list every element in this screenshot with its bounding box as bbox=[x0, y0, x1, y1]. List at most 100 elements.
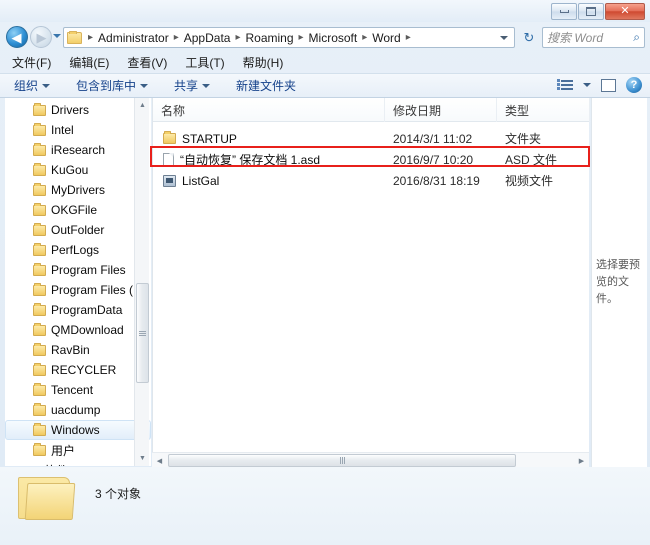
sidebar-item-label: OKGFile bbox=[51, 203, 98, 217]
sidebar-item-label: Tencent bbox=[51, 383, 94, 397]
sidebar-item-label: OutFolder bbox=[51, 223, 105, 237]
breadcrumb-item-word[interactable]: Word bbox=[371, 31, 401, 45]
grip-icon bbox=[339, 457, 345, 464]
file-name-label: “自动恢复” 保存文档 1.asd bbox=[180, 153, 321, 167]
breadcrumb-separator: ▸ bbox=[88, 32, 94, 43]
sidebar-item-ravbin[interactable]: RavBin bbox=[5, 340, 151, 360]
maximize-button[interactable] bbox=[578, 3, 604, 20]
breadcrumb-separator: ▸ bbox=[173, 32, 179, 43]
sidebar-item-uacdump[interactable]: uacdump bbox=[5, 400, 151, 420]
sidebar-item-windows[interactable]: Windows bbox=[5, 420, 151, 440]
folder-icon bbox=[33, 202, 46, 216]
menu-item-help[interactable]: 帮助(H) bbox=[243, 54, 284, 71]
sidebar-item-label: 软件 (D:) bbox=[44, 462, 91, 467]
file-list-horizontal-scrollbar[interactable]: ◀ ▶ bbox=[152, 452, 589, 467]
breadcrumb-separator: ▸ bbox=[362, 32, 368, 43]
video-icon bbox=[163, 174, 176, 187]
sidebar-item-drive-d[interactable]: 软件 (D:) bbox=[5, 460, 151, 466]
preview-empty-message: 选择要预览的文件。 bbox=[596, 259, 640, 305]
back-arrow-icon: ◀ bbox=[11, 29, 22, 45]
close-button[interactable]: ✕ bbox=[605, 3, 645, 20]
file-name-label: STARTUP bbox=[182, 131, 237, 146]
sidebar-item-iresearch[interactable]: iResearch bbox=[5, 140, 151, 160]
menu-item-edit[interactable]: 编辑(E) bbox=[69, 54, 109, 71]
column-header-type[interactable]: 类型 bbox=[497, 98, 590, 122]
scroll-right-icon[interactable]: ▶ bbox=[574, 453, 589, 468]
share-button[interactable]: 共享 bbox=[174, 77, 211, 94]
table-row[interactable]: STARTUP 2014/3/1 11:02 文件夹 bbox=[153, 128, 590, 149]
table-row[interactable]: “自动恢复” 保存文档 1.asd 2016/9/7 10:20 ASD 文件 bbox=[153, 149, 590, 170]
sidebar-item-recycler[interactable]: RECYCLER bbox=[5, 360, 151, 380]
sidebar-item-program-files-x86[interactable]: Program Files ( bbox=[5, 280, 151, 300]
sidebar-item-okgfile[interactable]: OKGFile bbox=[5, 200, 151, 220]
new-folder-button[interactable]: 新建文件夹 bbox=[236, 77, 296, 94]
folder-icon bbox=[163, 131, 176, 144]
change-view-icon[interactable] bbox=[557, 79, 573, 90]
sidebar-item-label: QMDownload bbox=[51, 323, 124, 337]
folder-icon bbox=[33, 342, 46, 356]
forward-arrow-icon: ▶ bbox=[36, 29, 47, 45]
explorer-window: ✕ ◀ ▶ ▸ Administrator ▸ AppData ▸ Roamin… bbox=[0, 0, 650, 545]
breadcrumb-item-appdata[interactable]: AppData bbox=[183, 31, 232, 45]
minimize-button[interactable] bbox=[551, 3, 577, 20]
sidebar-item-tencent[interactable]: Tencent bbox=[5, 380, 151, 400]
chevron-down-icon[interactable] bbox=[583, 83, 591, 87]
table-row[interactable]: ListGal 2016/8/31 18:19 视频文件 bbox=[153, 170, 590, 191]
search-input[interactable]: 搜索 Word ⌕ bbox=[542, 27, 645, 48]
preview-pane: 选择要预览的文件。 bbox=[591, 98, 647, 467]
folder-icon bbox=[18, 473, 76, 521]
sidebar-item-drivers[interactable]: Drivers bbox=[5, 100, 151, 120]
preview-pane-icon[interactable] bbox=[601, 78, 616, 92]
sidebar-item-program-files[interactable]: Program Files bbox=[5, 260, 151, 280]
window-controls: ✕ bbox=[551, 3, 645, 20]
sidebar-item-qmdownload[interactable]: QMDownload bbox=[5, 320, 151, 340]
organize-button[interactable]: 组织 bbox=[14, 77, 51, 94]
back-button[interactable]: ◀ bbox=[6, 26, 28, 48]
sidebar-item-mydrivers[interactable]: MyDrivers bbox=[5, 180, 151, 200]
menu-item-tools[interactable]: 工具(T) bbox=[185, 54, 224, 71]
forward-button[interactable]: ▶ bbox=[30, 26, 52, 48]
sidebar-item-kugou[interactable]: KuGou bbox=[5, 160, 151, 180]
recent-locations-icon[interactable] bbox=[53, 34, 61, 38]
sidebar-item-label: RavBin bbox=[51, 343, 90, 357]
maximize-icon bbox=[586, 7, 596, 16]
folder-icon bbox=[33, 442, 46, 456]
refresh-button[interactable]: ↻ bbox=[519, 27, 539, 48]
include-in-library-label: 包含到库中 bbox=[76, 79, 137, 93]
column-header-date[interactable]: 修改日期 bbox=[385, 98, 497, 122]
menu-item-view[interactable]: 查看(V) bbox=[127, 54, 167, 71]
search-placeholder: 搜索 Word bbox=[547, 31, 604, 45]
address-bar-row: ◀ ▶ ▸ Administrator ▸ AppData ▸ Roaming … bbox=[0, 22, 650, 52]
sidebar-item-intel[interactable]: Intel bbox=[5, 120, 151, 140]
menu-item-file[interactable]: 文件(F) bbox=[12, 54, 51, 71]
scrollbar-thumb[interactable] bbox=[136, 283, 149, 383]
breadcrumb-item-microsoft[interactable]: Microsoft bbox=[308, 31, 359, 45]
chevron-down-icon[interactable] bbox=[500, 36, 508, 40]
include-in-library-button[interactable]: 包含到库中 bbox=[76, 77, 149, 94]
breadcrumb[interactable]: ▸ Administrator ▸ AppData ▸ Roaming ▸ Mi… bbox=[63, 27, 515, 48]
scroll-up-icon[interactable]: ▲ bbox=[135, 98, 150, 113]
folder-icon bbox=[33, 262, 46, 276]
scroll-left-icon[interactable]: ◀ bbox=[152, 453, 167, 468]
help-icon[interactable]: ? bbox=[626, 77, 642, 93]
sidebar-item-outfolder[interactable]: OutFolder bbox=[5, 220, 151, 240]
sidebar-item-perflogs[interactable]: PerfLogs bbox=[5, 240, 151, 260]
minimize-icon bbox=[559, 10, 569, 13]
scroll-down-icon[interactable]: ▼ bbox=[135, 451, 150, 466]
menu-bar: 文件(F) 编辑(E) 查看(V) 工具(T) 帮助(H) bbox=[0, 52, 650, 73]
breadcrumb-separator: ▸ bbox=[298, 32, 304, 43]
file-list-pane[interactable]: 名称 修改日期 类型 STARTUP 2014/3/1 11:02 文件夹 “自… bbox=[152, 98, 590, 466]
sidebar-item-programdata[interactable]: ProgramData bbox=[5, 300, 151, 320]
breadcrumb-item-administrator[interactable]: Administrator bbox=[97, 31, 170, 45]
sidebar-item-label: Program Files ( bbox=[51, 283, 134, 297]
chevron-down-icon bbox=[42, 83, 51, 88]
scrollbar-thumb[interactable] bbox=[168, 454, 516, 467]
sidebar-item-label: RECYCLER bbox=[51, 363, 117, 377]
sidebar-item-label: iResearch bbox=[51, 143, 106, 157]
breadcrumb-item-roaming[interactable]: Roaming bbox=[244, 31, 294, 45]
sidebar-item-users[interactable]: 用户 bbox=[5, 440, 151, 460]
column-header-name[interactable]: 名称 bbox=[153, 98, 385, 122]
share-label: 共享 bbox=[174, 79, 199, 93]
navigation-pane-scrollbar[interactable]: ▲ ▼ bbox=[134, 98, 149, 466]
navigation-pane[interactable]: Drivers Intel iResearch KuGou MyDrivers … bbox=[5, 98, 151, 466]
